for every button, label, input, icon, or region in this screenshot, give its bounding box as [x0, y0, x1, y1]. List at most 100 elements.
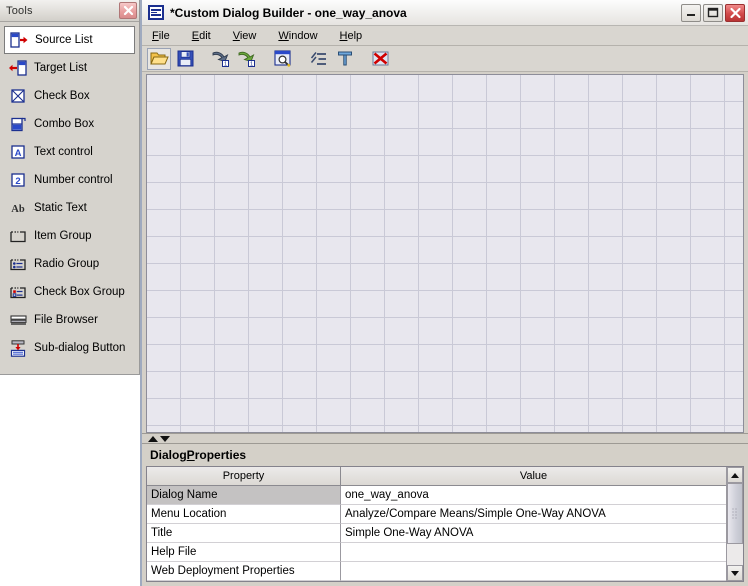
- sub-dialog-button-icon: [9, 339, 27, 357]
- svg-text:2: 2: [15, 176, 20, 187]
- source-list-icon: [10, 31, 28, 49]
- tools-panel: Tools Source List Target List Check Box …: [0, 0, 140, 375]
- delete-button[interactable]: [369, 48, 393, 70]
- menu-edit[interactable]: Edit: [192, 30, 211, 42]
- item-group-icon: [9, 227, 27, 245]
- text-control-icon: A: [9, 143, 27, 161]
- open-button[interactable]: [147, 47, 171, 70]
- close-icon: [729, 7, 741, 18]
- target-list-icon: [9, 59, 27, 77]
- tools-panel-title: Tools: [6, 4, 33, 17]
- tool-item-source-list[interactable]: Source List: [4, 26, 135, 54]
- close-icon: [123, 5, 133, 16]
- uninstall-button[interactable]: 1: [235, 48, 259, 70]
- preview-icon: [274, 50, 291, 67]
- scrollbar-track[interactable]: [727, 483, 743, 565]
- tool-item-file-browser[interactable]: File Browser: [4, 306, 135, 334]
- tool-item-check-box-group[interactable]: Check Box Group: [4, 278, 135, 306]
- maximize-button[interactable]: [703, 3, 723, 22]
- dialog-properties-title: Dialog Properties: [150, 448, 247, 462]
- menubar: File Edit View Window Help: [142, 26, 748, 46]
- delete-icon: [372, 51, 389, 66]
- install-icon: 1: [212, 51, 229, 67]
- tool-item-text-control[interactable]: A Text control: [4, 138, 135, 166]
- tool-item-label: File Browser: [34, 314, 98, 326]
- cell-value[interactable]: one_way_anova: [341, 486, 726, 505]
- chevron-up-icon: [731, 472, 739, 478]
- syntax-button[interactable]: [333, 48, 357, 70]
- radio-group-icon: [9, 255, 27, 273]
- close-button[interactable]: [725, 3, 745, 22]
- tool-item-combo-box[interactable]: Combo Box: [4, 110, 135, 138]
- preview-button[interactable]: [271, 48, 295, 70]
- tool-item-label: Sub-dialog Button: [34, 342, 126, 354]
- tool-item-check-box[interactable]: Check Box: [4, 82, 135, 110]
- scroll-down-button[interactable]: [727, 565, 743, 581]
- scroll-up-button[interactable]: [727, 467, 743, 483]
- splitter-handle[interactable]: [142, 433, 748, 444]
- cell-property: Menu Location: [147, 505, 341, 524]
- cell-value[interactable]: [341, 543, 726, 562]
- install-button[interactable]: 1: [209, 48, 233, 70]
- tool-item-radio-group[interactable]: Radio Group: [4, 250, 135, 278]
- tools-close-button[interactable]: [119, 2, 137, 19]
- menu-help[interactable]: Help: [340, 30, 363, 42]
- cell-value[interactable]: Analyze/Compare Means/Simple One-Way ANO…: [341, 505, 726, 524]
- menu-file[interactable]: File: [152, 30, 170, 42]
- minimize-icon: [687, 13, 695, 16]
- column-header-value[interactable]: Value: [341, 467, 726, 486]
- cell-property: Dialog Name: [147, 486, 341, 505]
- properties-table-header: Property Value: [147, 467, 726, 486]
- menu-view[interactable]: View: [233, 30, 257, 42]
- splitter-collapse-down-icon[interactable]: [160, 435, 170, 442]
- cell-property: Title: [147, 524, 341, 543]
- tool-item-label: Static Text: [34, 202, 87, 214]
- properties-button[interactable]: [307, 48, 331, 70]
- minimize-button[interactable]: [681, 3, 701, 22]
- svg-text:Ab: Ab: [11, 204, 25, 215]
- open-icon: [149, 52, 169, 65]
- syntax-icon: [338, 51, 352, 66]
- tool-item-static-text[interactable]: Ab Static Text: [4, 194, 135, 222]
- properties-vertical-scrollbar[interactable]: [726, 467, 743, 581]
- dialog-canvas[interactable]: [146, 74, 744, 433]
- table-row[interactable]: Menu Location Analyze/Compare Means/Simp…: [147, 505, 726, 524]
- properties-table-body: Dialog Name one_way_anova Menu Location …: [147, 486, 726, 581]
- cell-value[interactable]: Simple One-Way ANOVA: [341, 524, 726, 543]
- tool-item-sub-dialog-button[interactable]: Sub-dialog Button: [4, 334, 135, 362]
- scrollbar-thumb[interactable]: [727, 483, 743, 544]
- tool-item-label: Check Box Group: [34, 286, 125, 298]
- tool-item-label: Check Box: [34, 90, 90, 102]
- check-box-icon: [9, 87, 27, 105]
- dialog-builder-icon: [148, 5, 164, 20]
- tool-item-item-group[interactable]: Item Group: [4, 222, 135, 250]
- main-titlebar: *Custom Dialog Builder - one_way_anova: [142, 0, 748, 26]
- tool-item-label: Source List: [35, 34, 93, 46]
- uninstall-icon: 1: [238, 51, 255, 67]
- column-header-property[interactable]: Property: [147, 467, 341, 486]
- dialog-properties-panel: Dialog Properties Property Value Dialog …: [142, 444, 748, 586]
- tools-list: Source List Target List Check Box Combo …: [0, 22, 139, 374]
- table-row[interactable]: Dialog Name one_way_anova: [147, 486, 726, 505]
- table-row[interactable]: Web Deployment Properties: [147, 562, 726, 581]
- tool-item-number-control[interactable]: 2 Number control: [4, 166, 135, 194]
- tool-item-label: Item Group: [34, 230, 92, 242]
- svg-text:A: A: [15, 148, 22, 159]
- table-row[interactable]: Title Simple One-Way ANOVA: [147, 524, 726, 543]
- cell-property: Web Deployment Properties: [147, 562, 341, 581]
- svg-text:1: 1: [224, 62, 227, 67]
- number-control-icon: 2: [9, 171, 27, 189]
- menu-window[interactable]: Window: [278, 30, 317, 42]
- properties-table-main: Property Value Dialog Name one_way_anova…: [147, 467, 726, 581]
- grip-icon: [731, 507, 739, 519]
- cell-value[interactable]: [341, 562, 726, 581]
- chevron-down-icon: [731, 570, 739, 576]
- app-root: Tools Source List Target List Check Box …: [0, 0, 748, 586]
- tools-titlebar: Tools: [0, 0, 139, 22]
- table-row[interactable]: Help File: [147, 543, 726, 562]
- maximize-icon: [707, 7, 719, 18]
- splitter-collapse-up-icon[interactable]: [148, 435, 158, 442]
- tool-item-target-list[interactable]: Target List: [4, 54, 135, 82]
- save-button[interactable]: [173, 48, 197, 70]
- file-browser-icon: [9, 311, 27, 329]
